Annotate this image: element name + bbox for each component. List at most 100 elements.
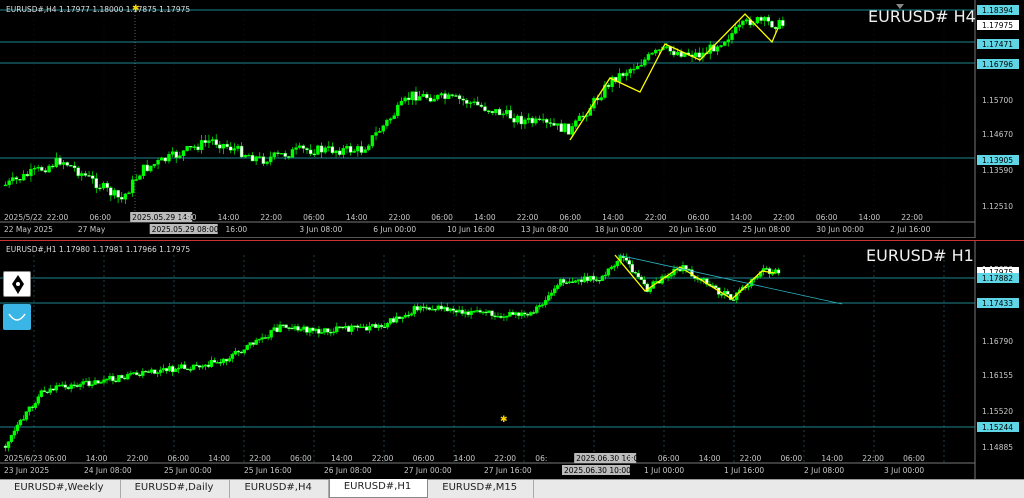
candle xyxy=(114,380,118,382)
candle xyxy=(47,165,51,173)
candle xyxy=(519,115,524,125)
candle xyxy=(323,147,327,153)
chart-pane-h1[interactable]: 1.180501.179751.178821.174331.167901.161… xyxy=(0,240,1024,479)
candle xyxy=(36,396,41,404)
tab-h4[interactable]: EURUSD#,H4 xyxy=(230,480,329,498)
candle xyxy=(178,155,182,158)
candle xyxy=(12,430,17,436)
chart-h1[interactable]: 1.180501.179751.178821.174331.167901.161… xyxy=(0,241,1024,479)
time-label: 1 Jul 00:00 xyxy=(644,466,684,475)
candle xyxy=(287,327,291,329)
candle xyxy=(733,26,738,34)
time-label: 2025.06.30 10:00 xyxy=(564,466,631,475)
candle xyxy=(329,331,333,334)
candle xyxy=(391,318,396,323)
time-label: 06:00 xyxy=(903,454,925,463)
candle xyxy=(327,146,331,148)
candle xyxy=(61,162,66,165)
candle xyxy=(232,148,237,151)
candle xyxy=(359,146,364,153)
candle xyxy=(379,324,384,327)
time-label: 06:00 xyxy=(816,213,838,222)
candle xyxy=(123,193,128,200)
candle xyxy=(269,330,273,338)
candle xyxy=(730,33,734,40)
candle xyxy=(642,279,646,285)
candle xyxy=(490,310,494,316)
candle xyxy=(54,157,59,167)
time-label: 20 Jun 16:00 xyxy=(669,225,717,234)
candle xyxy=(478,310,482,313)
candle xyxy=(410,91,415,100)
candle xyxy=(80,173,84,176)
candle xyxy=(96,380,100,384)
candle xyxy=(51,388,55,391)
chart-h4[interactable]: 1.18394 1.17975 1.17471 1.16796 1.15700 1.146… xyxy=(0,0,1024,238)
candle xyxy=(741,20,745,26)
candle xyxy=(581,115,585,118)
candle xyxy=(203,140,207,143)
candle xyxy=(483,106,487,111)
candle xyxy=(577,115,582,122)
time-label: 14:00 xyxy=(208,454,230,463)
tab-weekly[interactable]: EURUSD#,Weekly xyxy=(0,480,121,498)
candle xyxy=(396,104,400,116)
candle xyxy=(388,118,393,121)
candle xyxy=(781,20,785,26)
time-label: 14:00 xyxy=(730,213,752,222)
candle xyxy=(243,155,247,158)
candle xyxy=(548,122,553,124)
candle xyxy=(278,324,282,332)
candle xyxy=(715,46,720,52)
candle xyxy=(257,338,261,341)
candle xyxy=(502,316,506,318)
candle xyxy=(90,384,94,386)
candle xyxy=(218,144,222,149)
tab-m15[interactable]: EURUSD#,M15 xyxy=(428,480,535,498)
curve-tool-button[interactable] xyxy=(3,304,31,330)
candle xyxy=(39,390,44,397)
candle xyxy=(11,177,15,182)
candle xyxy=(81,381,85,385)
candle xyxy=(421,306,426,308)
candle xyxy=(421,94,425,97)
candle xyxy=(275,327,279,332)
candle xyxy=(18,179,22,181)
time-label: 14:00 xyxy=(821,454,843,463)
candle xyxy=(319,145,324,153)
candle xyxy=(335,326,339,333)
candle xyxy=(511,312,515,316)
candle xyxy=(417,96,422,101)
price-axis-label: 1.18394 xyxy=(982,6,1013,15)
candle xyxy=(370,324,375,327)
candle xyxy=(87,380,91,386)
candle xyxy=(526,313,530,316)
candle xyxy=(755,17,760,24)
candle xyxy=(263,337,267,339)
candle xyxy=(407,97,411,100)
candle xyxy=(475,310,479,312)
candle xyxy=(702,278,706,281)
candle xyxy=(537,118,542,120)
candle xyxy=(600,275,605,281)
zigzag-line xyxy=(569,13,779,141)
candle xyxy=(552,122,556,126)
candle xyxy=(111,375,115,381)
candle xyxy=(639,276,643,280)
candle xyxy=(563,123,567,132)
pen-tool-button[interactable] xyxy=(3,271,31,297)
candle xyxy=(388,318,393,324)
candle xyxy=(501,113,505,116)
candle xyxy=(381,125,385,132)
tab-h1[interactable]: EURUSD#,H1 xyxy=(328,479,429,498)
candle xyxy=(94,178,99,189)
candle xyxy=(196,146,200,151)
chart-pane-h4[interactable]: 1.18394 1.17975 1.17471 1.16796 1.15700 1.146… xyxy=(0,0,1024,238)
candle xyxy=(153,369,157,374)
time-label: 30 Jun 00:00 xyxy=(816,225,864,234)
candle xyxy=(669,274,673,277)
candle xyxy=(188,369,193,371)
candle xyxy=(476,101,480,106)
tab-daily[interactable]: EURUSD#,Daily xyxy=(121,480,231,498)
candle xyxy=(561,279,566,283)
